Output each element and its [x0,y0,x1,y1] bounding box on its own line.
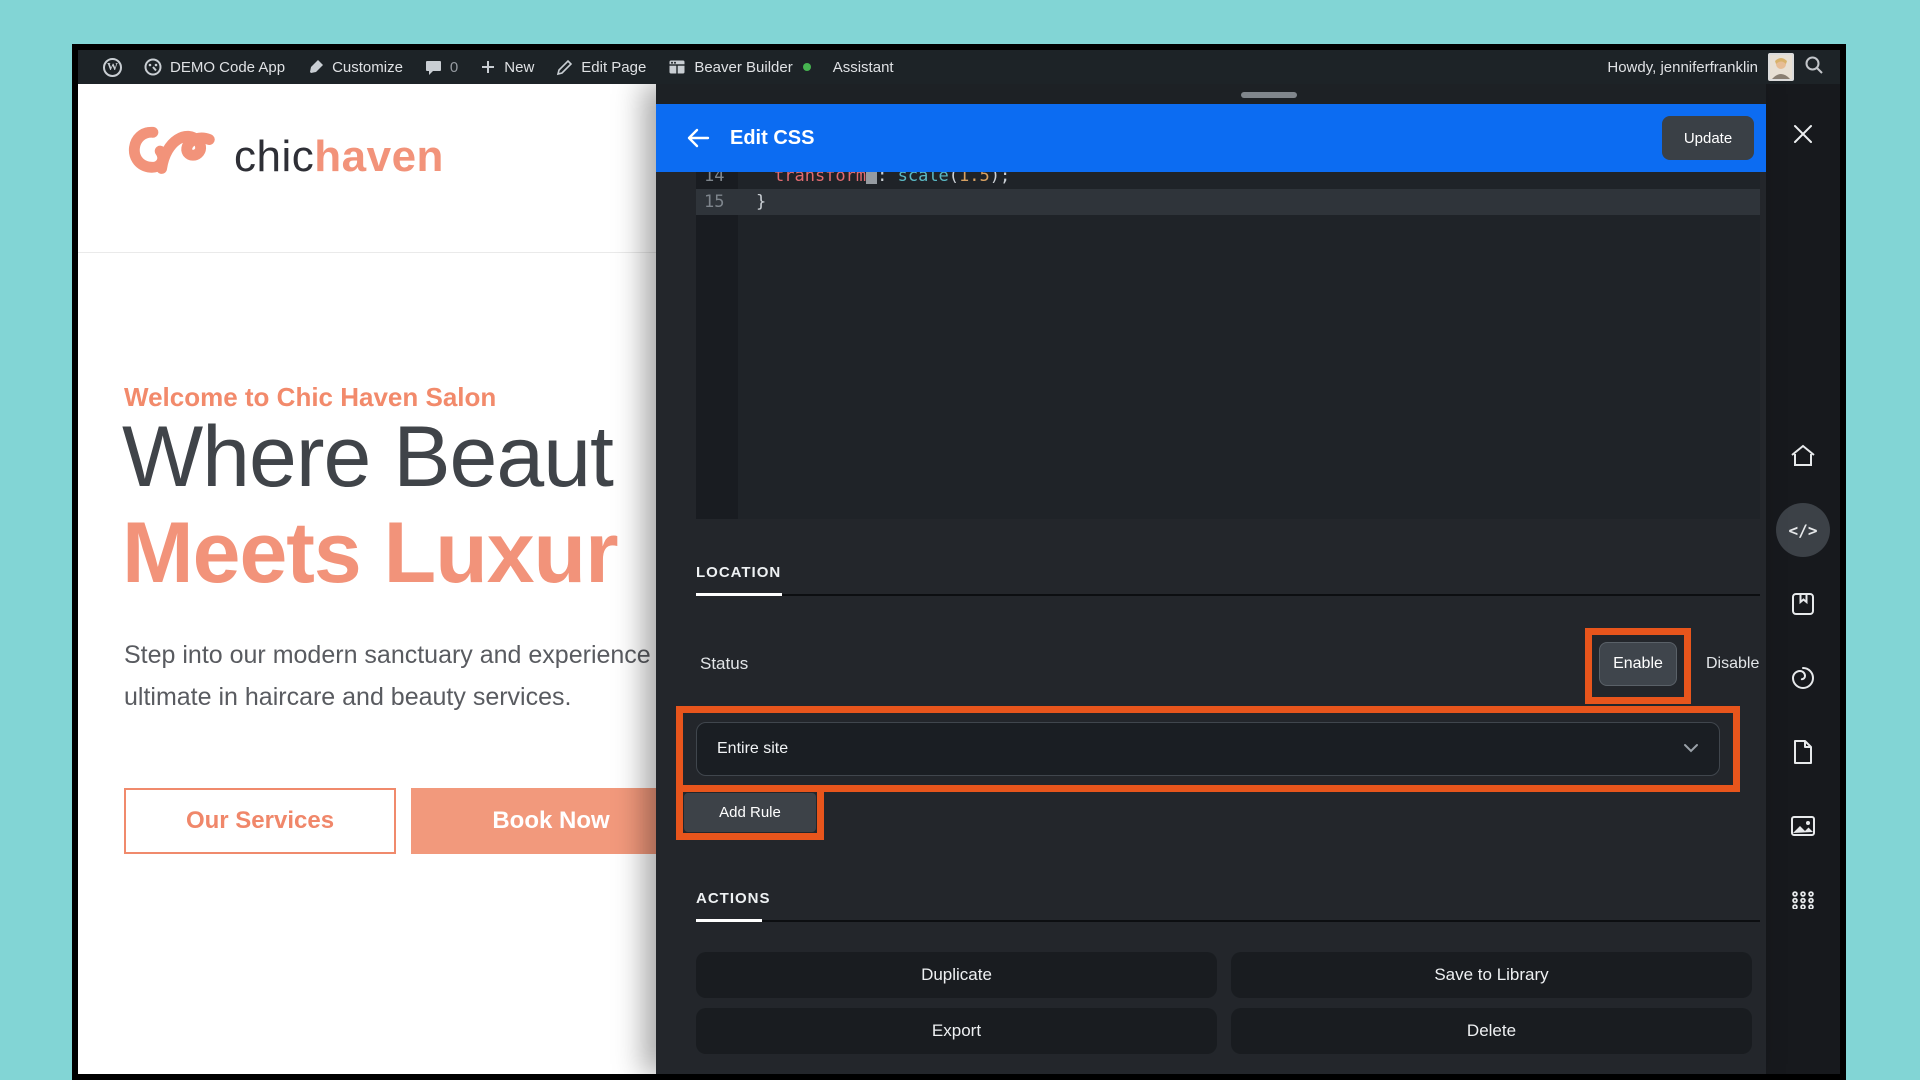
panel-body: 14 transform: scale(1.5); 15 } LOCATION [656,172,1766,1074]
comments-menu[interactable]: 0 [414,50,469,84]
assistant-label: Assistant [833,59,894,76]
book-now-button[interactable]: Book Now [411,788,656,854]
pencil-icon [556,59,573,76]
actions-underline [696,919,762,922]
code-tool-icon[interactable]: </> [1783,510,1823,550]
assistant-menu[interactable]: Assistant [822,50,905,84]
plus-icon [480,59,496,75]
edit-page-menu[interactable]: Edit Page [545,50,657,84]
our-services-button[interactable]: Our Services [124,788,396,854]
back-arrow-icon[interactable] [678,118,718,158]
home-icon[interactable] [1783,436,1823,476]
chevron-down-icon [1683,740,1699,758]
comment-count: 0 [450,59,458,76]
user-avatar[interactable] [1768,53,1794,81]
builder-tool-rail: </> [1766,84,1840,1074]
header-divider [78,252,656,253]
code-line-14: 14 transform: scale(1.5); [696,172,1760,189]
saved-library-icon[interactable] [1783,584,1823,624]
logo-wordmark: chichaven [234,132,444,182]
wp-logo-menu[interactable]: W [92,50,133,84]
paintbrush-icon [307,59,324,76]
edit-page-label: Edit Page [581,59,646,76]
actions-button-grid: Duplicate Save to Library Export Delete [696,952,1752,1054]
actions-divider [696,920,1760,922]
update-button[interactable]: Update [1662,116,1754,160]
site-name-label: DEMO Code App [170,59,285,76]
save-to-library-button[interactable]: Save to Library [1231,952,1752,998]
hero-headline-line1: Where Beaut [122,408,613,507]
customize-menu[interactable]: Customize [296,50,414,84]
delete-button[interactable]: Delete [1231,1008,1752,1054]
builder-status-dot [803,63,811,71]
howdy-account-menu[interactable]: Howdy, jenniferfranklin [1607,59,1758,76]
desktop-background: W DEMO Code App Customize 0 [0,0,1920,1080]
location-rule-select[interactable]: Entire site [696,722,1720,776]
customize-label: Customize [332,59,403,76]
location-underline [696,593,782,596]
beaver-builder-menu[interactable]: Beaver Builder [657,50,821,84]
export-button[interactable]: Export [696,1008,1217,1054]
browser-window: W DEMO Code App Customize 0 [72,44,1846,1080]
status-disable-button[interactable]: Disable [1706,655,1759,673]
site-logo[interactable]: chichaven [124,118,444,195]
beaver-builder-label: Beaver Builder [694,59,792,76]
wordpress-icon: W [103,58,122,77]
status-enable-button[interactable]: Enable [1599,642,1677,686]
location-heading: LOCATION [696,564,781,581]
hero-paragraph: Step into our modern sanctuary and exper… [124,634,651,718]
panel-drag-strip [656,84,1766,104]
location-divider [696,594,1760,596]
connections-swirl-icon[interactable] [1783,658,1823,698]
media-image-icon[interactable] [1783,806,1823,846]
wp-admin-bar: W DEMO Code App Customize 0 [78,50,1840,84]
panel-header: Edit CSS Update [656,104,1766,172]
status-label: Status [700,654,748,674]
duplicate-button[interactable]: Duplicate [696,952,1217,998]
editor-gutter [696,172,738,519]
add-rule-button[interactable]: Add Rule [684,793,816,832]
css-code-editor[interactable]: 14 transform: scale(1.5); 15 } [696,172,1760,519]
panel-title: Edit CSS [730,127,814,150]
code-line-15: 15 } [696,189,1760,215]
new-label: New [504,59,534,76]
hero-headline-line2: Meets Luxur [122,504,618,603]
rule-select-value: Entire site [717,740,788,758]
site-name-menu[interactable]: DEMO Code App [133,50,296,84]
site-preview: chichaven Welcome to Chic Haven Salon Wh… [78,84,656,1074]
builder-grid-icon [668,58,686,76]
page-file-icon[interactable] [1783,732,1823,772]
search-icon[interactable] [1804,55,1824,79]
actions-heading: ACTIONS [696,890,771,907]
apps-grid-dots-icon[interactable] [1783,880,1823,920]
edit-css-panel: Edit CSS Update 14 transform: scale(1.5)… [656,84,1766,1074]
comment-bubble-icon [425,59,442,76]
drag-handle[interactable] [1241,92,1297,98]
dashboard-gauge-icon [144,58,162,76]
chichaven-logo-glyph-icon [124,118,218,195]
close-icon[interactable] [1783,114,1823,154]
new-menu[interactable]: New [469,50,545,84]
text-cursor [866,172,877,184]
